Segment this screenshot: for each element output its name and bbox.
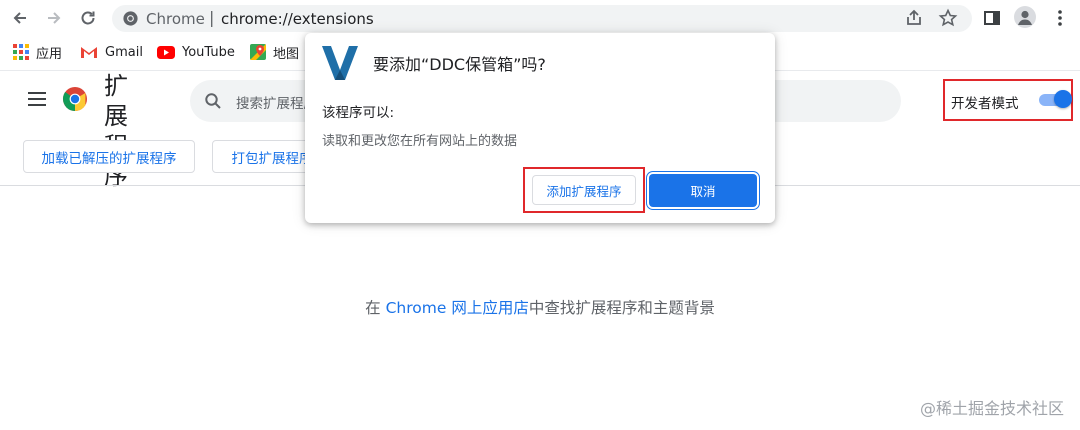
person-icon — [1018, 10, 1032, 25]
bookmark-star-button[interactable] — [938, 8, 958, 32]
profile-avatar[interactable] — [1014, 6, 1036, 28]
kebab-menu-icon — [1058, 10, 1062, 26]
chrome-site-icon — [123, 11, 138, 26]
reload-icon — [81, 11, 95, 25]
youtube-icon — [157, 45, 175, 59]
star-icon — [938, 8, 958, 27]
address-bar[interactable]: Chrome | chrome://extensions — [112, 5, 972, 32]
url-text[interactable]: chrome://extensions — [221, 10, 374, 28]
omnibox-site-name: Chrome — [146, 10, 205, 28]
developer-mode-label: 开发者模式 — [951, 96, 1019, 112]
bookmark-maps[interactable]: 地图 — [250, 42, 299, 62]
empty-state-prefix: 在 — [365, 299, 386, 317]
developer-mode-highlight: 开发者模式 — [943, 79, 1073, 121]
add-extension-button[interactable]: 添加扩展程序 — [532, 175, 636, 205]
bookmark-apps[interactable]: 应用 — [13, 42, 62, 62]
empty-state-suffix: 中查找扩展程序和主题背景 — [528, 299, 715, 317]
add-extension-dialog: 要添加“DDC保管箱”吗? 该程序可以: 读取和更改您在所有网站上的数据 添加扩… — [305, 33, 775, 223]
browser-toolbar: Chrome | chrome://extensions — [0, 0, 1080, 36]
share-button[interactable] — [904, 8, 924, 32]
web-store-link[interactable]: Chrome 网上应用店 — [386, 299, 529, 317]
bookmark-label: 应用 — [36, 46, 63, 62]
permission-item: 读取和更改您在所有网站上的数据 — [322, 134, 518, 149]
omnibox-separator: | — [209, 8, 215, 27]
apps-grid-icon — [13, 44, 29, 60]
page-title: 扩展程序 — [104, 72, 128, 190]
forward-button[interactable] — [42, 6, 66, 30]
bookmark-label: YouTube — [182, 44, 235, 60]
more-menu-button[interactable] — [1048, 6, 1072, 30]
share-icon — [907, 9, 921, 25]
reload-button[interactable] — [76, 6, 100, 30]
side-panel-button[interactable] — [980, 6, 1004, 30]
cancel-button[interactable]: 取消 — [649, 174, 757, 207]
side-panel-icon — [984, 11, 1000, 25]
dialog-subtitle: 该程序可以: — [322, 105, 395, 121]
gmail-icon — [81, 47, 97, 58]
bookmark-youtube[interactable]: YouTube — [157, 42, 235, 62]
arrow-left-icon — [13, 12, 26, 24]
bookmark-label: 地图 — [273, 46, 300, 62]
watermark: @稀土掘金技术社区 — [919, 399, 1064, 418]
dialog-title: 要添加“DDC保管箱”吗? — [373, 55, 546, 74]
back-button[interactable] — [8, 6, 32, 30]
chrome-logo-icon — [62, 87, 87, 111]
toggle-knob[interactable] — [1054, 90, 1072, 108]
ddc-logo-icon — [322, 46, 358, 80]
bookmark-gmail[interactable]: Gmail — [80, 42, 143, 62]
load-unpacked-button[interactable]: 加载已解压的扩展程序 — [23, 140, 195, 173]
maps-icon — [250, 44, 266, 60]
bookmark-label: Gmail — [105, 44, 143, 60]
main-menu-button[interactable] — [28, 92, 46, 108]
search-icon — [205, 93, 221, 109]
arrow-right-icon — [48, 12, 61, 24]
empty-state-message: 在 Chrome 网上应用店中查找扩展程序和主题背景 — [0, 296, 1080, 318]
add-button-highlight: 添加扩展程序 — [523, 167, 645, 213]
